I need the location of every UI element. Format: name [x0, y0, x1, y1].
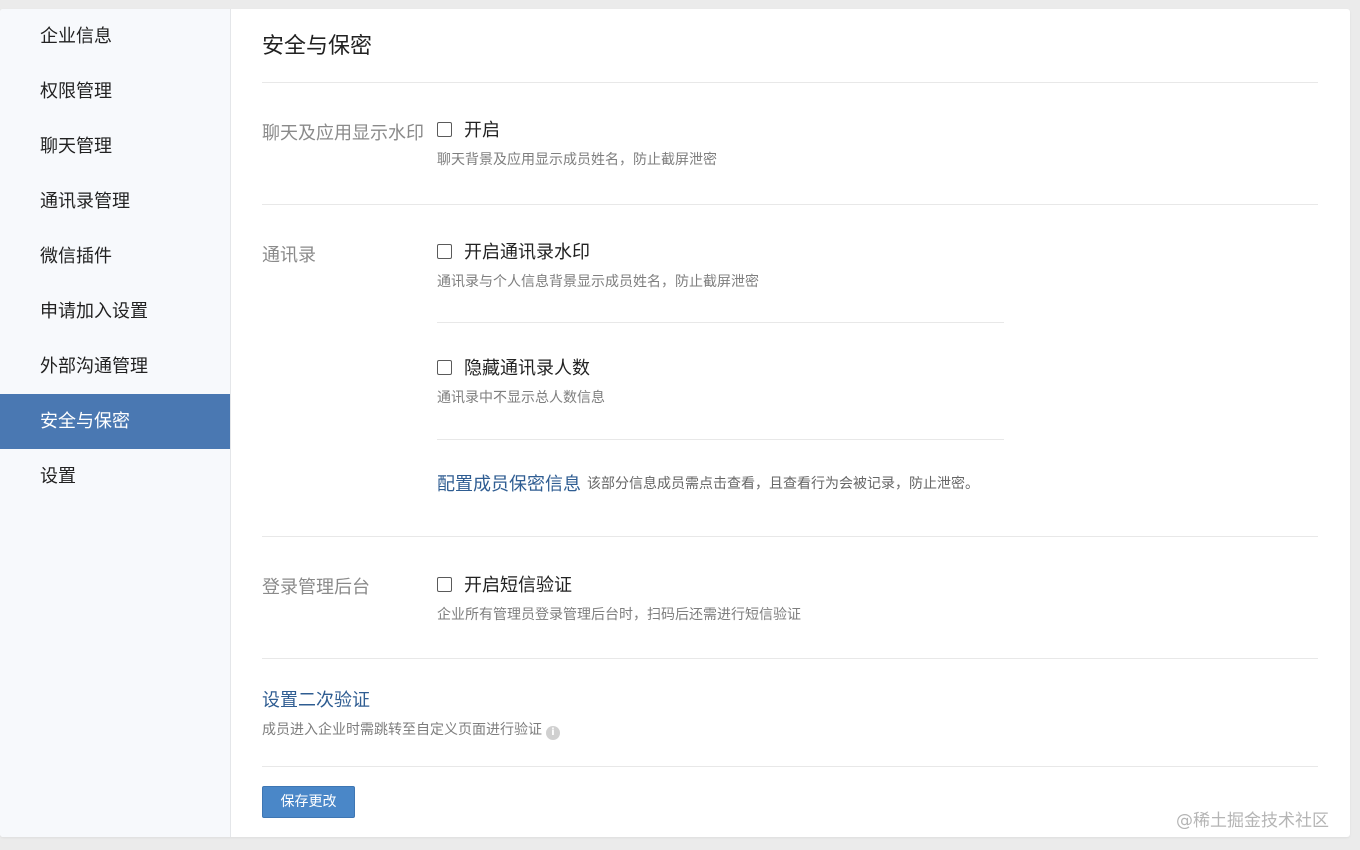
sidebar-item-security[interactable]: 安全与保密: [0, 394, 230, 449]
divider: [437, 439, 1004, 440]
secondary-verify-desc: 成员进入企业时需跳转至自定义页面进行验证: [262, 722, 542, 738]
contacts-watermark-desc: 通讯录与个人信息背景显示成员姓名，防止截屏泄密: [437, 274, 759, 290]
login-admin-section: 登录管理后台 开启短信验证 企业所有管理员登录管理后台时，扫码后还需进行短信验证: [262, 537, 1318, 659]
chat-watermark-desc: 聊天背景及应用显示成员姓名，防止截屏泄密: [437, 152, 717, 168]
info-icon[interactable]: i: [546, 726, 560, 740]
sidebar-item-permissions[interactable]: 权限管理: [0, 64, 230, 119]
main-content: 安全与保密 聊天及应用显示水印 开启 聊天背景及应用显示成员姓名，防止截屏泄密 …: [262, 9, 1318, 740]
section-label: 通讯录: [262, 245, 316, 266]
sidebar-item-wechat-plugin[interactable]: 微信插件: [0, 229, 230, 284]
sidebar-item-company-info[interactable]: 企业信息: [0, 9, 230, 64]
sms-verify-label[interactable]: 开启短信验证: [464, 571, 572, 597]
member-privacy-note: 该部分信息成员需点击查看，且查看行为会被记录，防止泄密。: [587, 476, 979, 492]
section-label: 聊天及应用显示水印: [262, 123, 424, 144]
page-title: 安全与保密: [262, 9, 1318, 83]
chat-watermark-section: 聊天及应用显示水印 开启 聊天背景及应用显示成员姓名，防止截屏泄密: [262, 83, 1318, 205]
hide-contacts-count-option: 隐藏通讯录人数 通讯录中不显示总人数信息: [437, 353, 1318, 407]
sidebar: 企业信息 权限管理 聊天管理 通讯录管理 微信插件 申请加入设置 外部沟通管理 …: [0, 9, 231, 837]
watermark-text: @稀土掘金技术社区: [1176, 811, 1329, 831]
sidebar-item-external-communication[interactable]: 外部沟通管理: [0, 339, 230, 394]
secondary-verify-desc-row: 成员进入企业时需跳转至自定义页面进行验证 i: [262, 719, 1318, 740]
contacts-watermark-label[interactable]: 开启通讯录水印: [464, 238, 590, 264]
chat-watermark-label[interactable]: 开启: [464, 116, 500, 142]
secondary-verify-section: 设置二次验证 成员进入企业时需跳转至自定义页面进行验证 i: [262, 659, 1318, 740]
chat-watermark-checkbox[interactable]: [437, 121, 452, 137]
hide-contacts-count-checkbox[interactable]: [437, 359, 452, 375]
sidebar-item-settings[interactable]: 设置: [0, 449, 230, 504]
hide-contacts-count-desc: 通讯录中不显示总人数信息: [437, 390, 605, 406]
sidebar-item-contacts-management[interactable]: 通讯录管理: [0, 174, 230, 229]
sms-verify-option: 开启短信验证 企业所有管理员登录管理后台时，扫码后还需进行短信验证: [437, 570, 1318, 624]
member-privacy-row: 配置成员保密信息 该部分信息成员需点击查看，且查看行为会被记录，防止泄密。: [437, 470, 1318, 496]
app-frame: 企业信息 权限管理 聊天管理 通讯录管理 微信插件 申请加入设置 外部沟通管理 …: [0, 9, 1350, 837]
secondary-verify-link[interactable]: 设置二次验证: [262, 686, 1318, 712]
sidebar-item-join-settings[interactable]: 申请加入设置: [0, 284, 230, 339]
save-button[interactable]: 保存更改: [262, 786, 355, 818]
divider: [437, 322, 1004, 323]
configure-member-privacy-link[interactable]: 配置成员保密信息: [437, 470, 581, 496]
sidebar-item-chat-management[interactable]: 聊天管理: [0, 119, 230, 174]
divider: [262, 766, 1318, 767]
sms-verify-desc: 企业所有管理员登录管理后台时，扫码后还需进行短信验证: [437, 607, 801, 623]
contacts-section: 通讯录 开启通讯录水印 通讯录与个人信息背景显示成员姓名，防止截屏泄密 隐藏通讯…: [262, 205, 1318, 537]
hide-contacts-count-label[interactable]: 隐藏通讯录人数: [464, 354, 590, 380]
chat-watermark-option: 开启 聊天背景及应用显示成员姓名，防止截屏泄密: [437, 115, 1318, 169]
sms-verify-checkbox[interactable]: [437, 576, 452, 592]
contacts-watermark-checkbox[interactable]: [437, 243, 452, 259]
section-label: 登录管理后台: [262, 577, 370, 598]
contacts-watermark-option: 开启通讯录水印 通讯录与个人信息背景显示成员姓名，防止截屏泄密: [437, 237, 1318, 291]
